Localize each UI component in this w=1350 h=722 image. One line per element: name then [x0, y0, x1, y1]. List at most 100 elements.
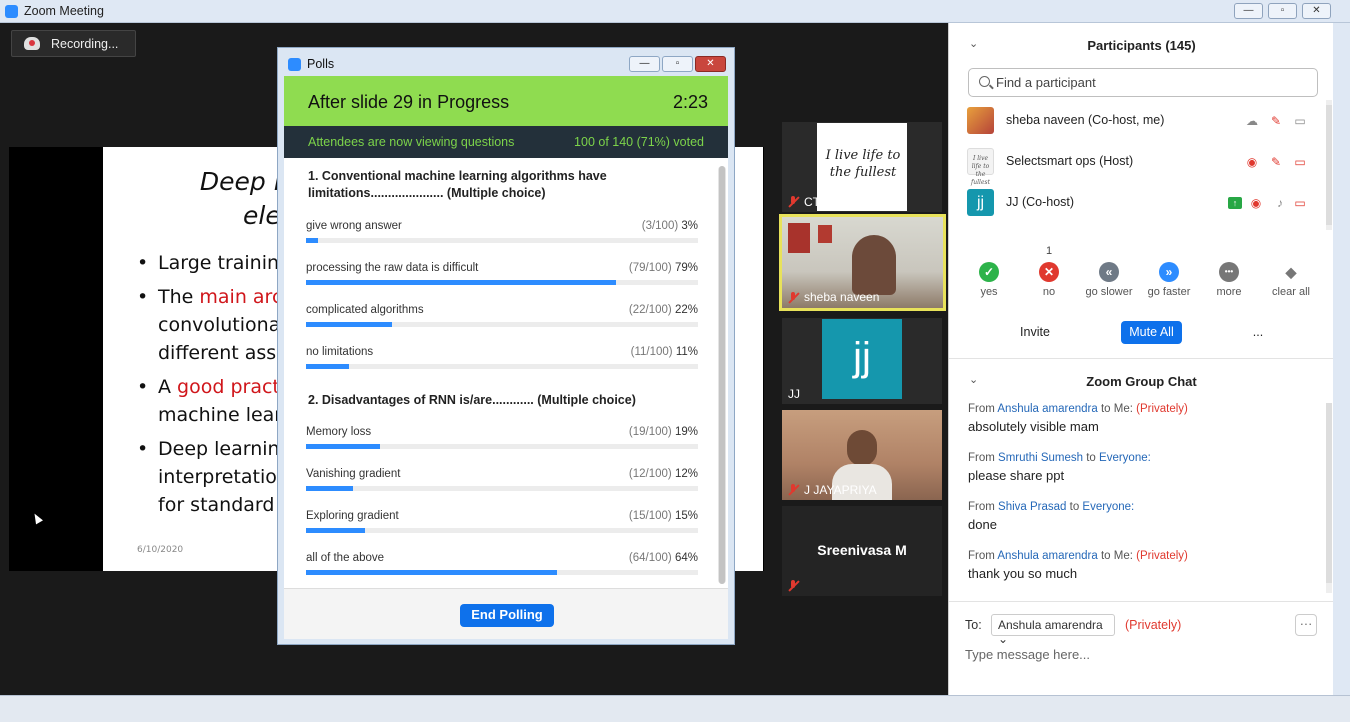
poll-option-count: (12/100) [628, 468, 672, 480]
recipient-value: Anshula amarendra [998, 618, 1103, 632]
video-tile-jj[interactable]: jj JJ [782, 318, 942, 404]
poll-option-bar [306, 280, 616, 285]
bullet-text: Deep learnin [158, 438, 280, 460]
mute-all-button[interactable]: Mute All [1121, 321, 1182, 344]
participant-row[interactable]: I live life to the fullest Selectsmart o… [967, 145, 1327, 186]
video-tile-ctds[interactable]: I live life to the fullest CTDS [782, 122, 942, 212]
participant-name: Selectsmart ops (Host) [1006, 154, 1134, 168]
slide-date: 6/10/2020 [137, 545, 184, 555]
reaction-yes[interactable]: ✓ yes [959, 245, 1019, 298]
chat-message: From Anshula amarendra to Me: (Privately… [968, 550, 1318, 581]
chat-sender[interactable]: Shiva Prasad [998, 501, 1066, 513]
poll-question-title: 2. Disadvantages of RNN is/are..........… [308, 393, 636, 407]
poll-option: all of the above (64/100) 64% [306, 552, 698, 582]
avatar: I live life to the fullest [967, 148, 994, 186]
zoom-app-icon [5, 5, 18, 18]
reaction-more[interactable]: ••• more [1199, 245, 1259, 298]
poll-scrollbar[interactable] [718, 166, 726, 584]
poll-option-result: (12/100) 12% [629, 468, 698, 480]
reaction-label: more [1216, 286, 1242, 298]
video-tile-sreenivasa[interactable]: Sreenivasa M [782, 506, 942, 596]
chat-from-label: From [968, 403, 998, 415]
chat-to-label: to Me: [1097, 403, 1137, 415]
chat-messages[interactable]: From Anshula amarendra to Me: (Privately… [968, 403, 1318, 593]
poll-option-label: processing the raw data is difficult [306, 262, 479, 274]
mic-muted-icon[interactable]: ✎ [1268, 155, 1284, 169]
participants-scrollbar[interactable] [1326, 100, 1332, 230]
participants-scroll-thumb[interactable] [1326, 105, 1332, 225]
poll-option-result: (64/100) 64% [629, 552, 698, 564]
poll-option-count: (19/100) [628, 426, 672, 438]
chat-from-label: From [968, 550, 998, 562]
chat-scroll-thumb[interactable] [1326, 403, 1332, 583]
window-edge [1333, 23, 1350, 695]
participant-search[interactable] [968, 68, 1318, 97]
end-polling-button[interactable]: End Polling [460, 604, 554, 627]
invite-button[interactable]: Invite [1015, 321, 1055, 344]
chat-sender[interactable]: Anshula amarendra [997, 550, 1097, 562]
poll-option-count: (3/100) [641, 220, 679, 232]
participant-name: JJ (Co-host) [1006, 195, 1075, 209]
microphone-icon[interactable]: ♪ [1272, 196, 1288, 210]
poll-option-label: Vanishing gradient [306, 468, 401, 480]
bullet-text: different ass [158, 342, 277, 364]
participant-row[interactable]: jj JJ (Co-host) ↑ ◉ ♪ ▭ [967, 186, 1327, 220]
chat-message-meta: From Smruthi Sumesh to Everyone: [968, 452, 1318, 464]
poll-option-percent: 79% [674, 262, 698, 274]
more-options-button[interactable]: ... [1246, 321, 1270, 344]
reaction-go-slower[interactable]: « go slower [1079, 245, 1139, 298]
chat-message-meta: From Anshula amarendra to Me: (Privately… [968, 550, 1318, 562]
poll-scroll-thumb[interactable] [719, 166, 725, 584]
avatar [967, 107, 994, 134]
chat-scrollbar[interactable] [1326, 403, 1332, 593]
participant-name: CTDS [804, 195, 837, 209]
chat-private-label: (Privately) [1136, 550, 1188, 562]
poll-results[interactable]: 1. Conventional machine learning algorit… [284, 158, 728, 588]
polls-dialog-title: Polls [307, 57, 335, 71]
participant-name: J JAYAPRIYA [804, 483, 877, 497]
video-tile-sheba[interactable]: sheba naveen [779, 214, 946, 311]
participants-title: Participants (145) [1087, 38, 1196, 53]
minimize-button[interactable]: — [1234, 3, 1263, 19]
chat-private-label: (Privately) [1136, 403, 1188, 415]
chat-message-meta: From Anshula amarendra to Me: (Privately… [968, 403, 1318, 415]
chat-header[interactable]: ⌄ Zoom Group Chat [949, 368, 1334, 396]
chat-to-label: to [1083, 452, 1100, 464]
recipient-select[interactable]: Anshula amarendra ⌄ [991, 614, 1115, 646]
reaction-label: go faster [1147, 286, 1191, 298]
mic-muted-icon[interactable]: ✎ [1268, 114, 1284, 128]
poll-option-percent: 12% [674, 468, 698, 480]
chat-sender[interactable]: Smruthi Sumesh [998, 452, 1083, 464]
chat-more-button[interactable]: ··· [1295, 614, 1317, 636]
participant-row[interactable]: sheba naveen (Co-host, me) ☁ ✎ ▭ [967, 104, 1327, 138]
bullet-text: The [158, 286, 200, 308]
reaction-no[interactable]: 1 ✕ no [1019, 245, 1079, 298]
video-participant [852, 235, 896, 295]
video-off-icon[interactable]: ▭ [1292, 155, 1308, 169]
poll-option-percent: 19% [674, 426, 698, 438]
poll-option-bar [306, 528, 365, 533]
recording-indicator[interactable]: Recording... [11, 30, 136, 57]
video-off-icon[interactable]: ▭ [1292, 196, 1308, 210]
video-camera-icon[interactable]: ▭ [1292, 114, 1308, 128]
video-tile-jayapriya[interactable]: J JAYAPRIYA [782, 410, 942, 500]
chat-message: From Shiva Prasad to Everyone: done [968, 501, 1318, 532]
reaction-go-faster[interactable]: » go faster [1139, 245, 1199, 298]
reaction-clear-all[interactable]: ◆ clear all [1261, 245, 1321, 298]
cloud-record-icon [24, 37, 40, 50]
participant-actions: Invite Mute All ... [949, 319, 1334, 347]
chat-message-input[interactable] [965, 643, 1315, 665]
polls-maximize-button[interactable]: ▫ [662, 56, 693, 72]
poll-option: complicated algorithms (22/100) 22% [306, 304, 698, 334]
check-icon: ✓ [979, 262, 999, 282]
bullet-highlight: good pract [177, 376, 280, 398]
maximize-button[interactable]: ▫ [1268, 3, 1297, 19]
participants-header[interactable]: ⌄ Participants (145) [949, 32, 1334, 60]
poll-option-count: (15/100) [628, 510, 672, 522]
close-button[interactable]: ✕ [1302, 3, 1331, 19]
polls-minimize-button[interactable]: — [629, 56, 660, 72]
chat-sender[interactable]: Anshula amarendra [997, 403, 1097, 415]
poll-title: After slide 29 in Progress [308, 92, 510, 112]
polls-close-button[interactable]: ✕ [695, 56, 726, 72]
search-input[interactable] [996, 75, 1306, 90]
